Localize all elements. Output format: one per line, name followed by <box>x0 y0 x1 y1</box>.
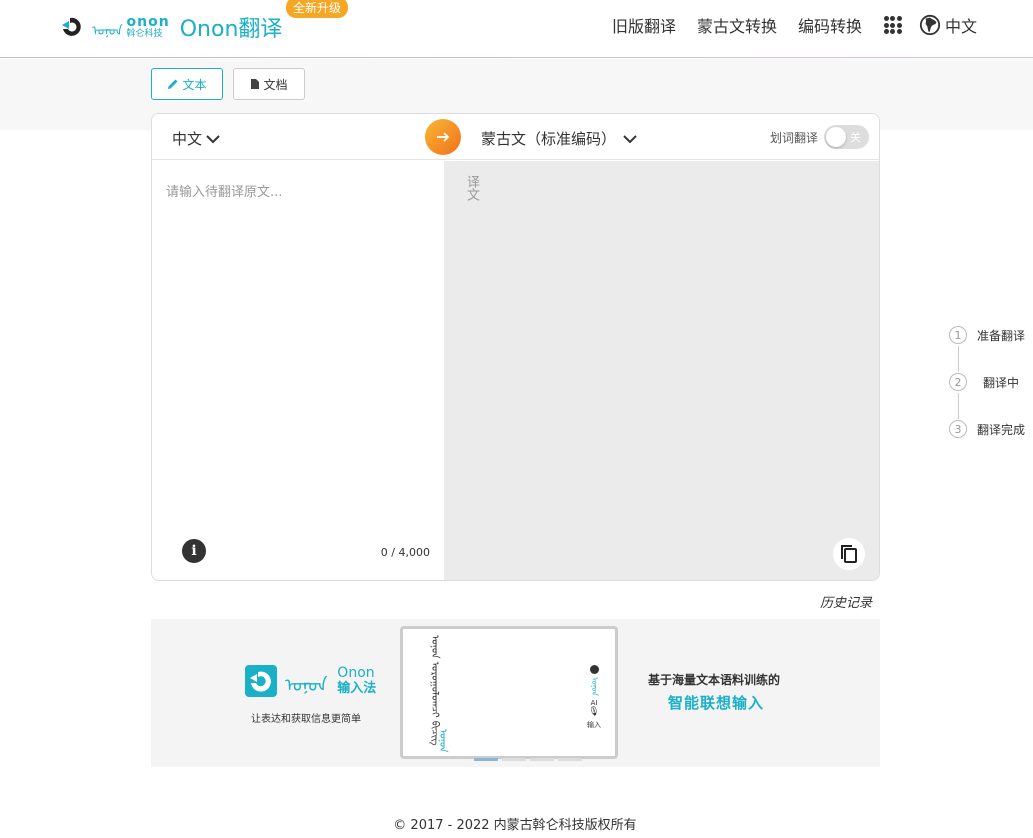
onon-input-logo-icon <box>245 665 277 697</box>
step-label: 翻译中 <box>983 375 1020 390</box>
tab-document-label: 文档 <box>263 77 288 92</box>
toggle-state-text: 关 <box>850 131 861 144</box>
microphone-icon: 🎙 <box>588 706 600 717</box>
banner-feature-text: 基于海量文本语料训练的 智能联想输入 <box>648 671 780 713</box>
banner-brand: Onon 输入法 <box>337 665 377 696</box>
banner-line2: 智能联想输入 <box>668 694 765 712</box>
toggle-knob <box>826 127 846 147</box>
hover-translate-label: 划词翻译 <box>770 131 819 145</box>
nav-old-translate[interactable]: 旧版翻译 <box>612 13 676 37</box>
logo-brand: onon 斡仑科技 <box>127 15 170 39</box>
chevron-down-icon <box>623 134 637 143</box>
swap-language-button[interactable] <box>425 119 461 155</box>
target-language-label: 蒙古文（标准编码） <box>481 130 617 148</box>
phone-mongol-logo: ᠣᠨᠣᠨ <box>437 729 448 753</box>
step-number: 3 <box>949 420 967 438</box>
phone-side-toolbar: ᠣᠨᠣᠨ AI 🎙 输入 <box>587 665 601 733</box>
footer-copyright: © 2017 - 2022 内蒙古斡仑科技版权所有 <box>393 818 637 833</box>
nav-mongolian-convert[interactable]: 蒙古文转换 <box>697 13 777 37</box>
carousel-dot[interactable] <box>530 758 554 761</box>
chevron-down-icon <box>206 134 220 143</box>
step-done: 3 翻译完成 <box>949 420 1025 438</box>
carousel-dot[interactable] <box>474 758 498 761</box>
logo-brand-cn: 斡仑科技 <box>126 29 163 39</box>
source-language-label: 中文 <box>172 130 203 148</box>
banner-line1: 基于海量文本语料训练的 <box>648 673 781 687</box>
arrow-right-icon <box>437 132 450 142</box>
info-icon[interactable]: i <box>182 539 206 563</box>
step-connector <box>958 346 959 372</box>
apps-grid-icon[interactable] <box>883 16 902 34</box>
logo-mongol-text: ᠣᠨᠣᠨ <box>92 23 123 39</box>
main-nav: 旧版翻译 蒙古文转换 编码转换 中文 <box>591 12 977 38</box>
step-connector <box>958 393 959 419</box>
target-language-select[interactable]: 蒙古文（标准编码） <box>481 128 638 149</box>
step-translating: 2 翻译中 <box>949 373 1019 391</box>
onon-logo-icon <box>62 17 81 36</box>
onon-dot-icon <box>589 665 599 674</box>
language-bar: 中文 蒙古文（标准编码） 划词翻译 关 <box>152 114 879 160</box>
language-switcher[interactable]: 中文 <box>919 13 977 37</box>
history-link[interactable]: 历史记录 <box>820 592 872 611</box>
carousel-dot[interactable] <box>558 758 582 761</box>
step-number: 2 <box>949 373 967 391</box>
top-header: ᠣᠨᠣᠨ onon 斡仑科技 Onon翻译 全新升级 旧版翻译 蒙古文转换 编码… <box>0 0 1033 58</box>
phone-ai-label: AI <box>590 698 598 707</box>
banner-phone-mockup: ᠣᠨᠣᠨ ᠤᠷᠤᠭᠤᠯᠤᠭᠴᠢ ᠪᠢᠴᠢᠭ ᠣᠨᠣᠨ ᠣᠨᠣᠨ AI 🎙 输入 <box>400 626 618 759</box>
phone-cn-label: 输入 <box>587 720 601 729</box>
banner-mongol-text: ᠣᠨᠣᠨ <box>285 674 328 696</box>
hover-translate-toggle[interactable]: 关 <box>824 125 869 149</box>
banner-brand-cn: 输入法 <box>337 680 377 696</box>
copy-button[interactable] <box>833 538 865 570</box>
carousel-dots <box>474 758 586 761</box>
char-counter: 0 / 4,000 <box>380 546 430 559</box>
document-icon <box>251 79 260 89</box>
site-logo[interactable]: ᠣᠨᠣᠨ onon 斡仑科技 Onon翻译 <box>60 10 282 44</box>
step-number: 1 <box>949 326 967 344</box>
output-placeholder: 译文 <box>464 175 479 201</box>
globe-icon <box>919 14 941 36</box>
upgrade-badge: 全新升级 <box>286 0 349 18</box>
source-text-input[interactable] <box>166 181 428 501</box>
tab-text[interactable]: 文本 <box>151 68 223 100</box>
translation-panel: 中文 蒙古文（标准编码） 划词翻译 关 i 0 / 4,000 译文 <box>151 113 880 581</box>
source-area: i 0 / 4,000 <box>152 161 444 580</box>
banner-logo: ᠣᠨᠣᠨ Onon 输入法 <box>245 665 376 697</box>
logo-brand-en: onon <box>126 14 170 30</box>
step-label: 准备翻译 <box>977 328 1026 343</box>
site-title: Onon翻译 <box>179 17 283 42</box>
language-label: 中文 <box>944 17 977 36</box>
pencil-icon <box>168 79 178 89</box>
phone-side-mongol: ᠣᠨᠣᠨ <box>590 677 599 696</box>
tab-text-label: 文本 <box>182 77 207 92</box>
source-language-select[interactable]: 中文 <box>172 128 221 149</box>
promo-banner[interactable]: ᠣᠨᠣᠨ Onon 输入法 让表达和获取信息更简单 ᠣᠨᠣᠨ ᠤᠷᠤᠭᠤᠯᠤᠭᠴ… <box>151 619 880 767</box>
banner-brand-en: Onon <box>337 665 375 682</box>
step-label: 翻译完成 <box>977 422 1026 437</box>
target-area: 译文 <box>444 161 879 580</box>
carousel-dot[interactable] <box>502 758 526 761</box>
step-prepare: 1 准备翻译 <box>949 326 1025 344</box>
tab-document[interactable]: 文档 <box>233 68 305 100</box>
copy-icon <box>841 545 857 563</box>
nav-encoding-convert[interactable]: 编码转换 <box>798 13 862 37</box>
banner-slogan: 让表达和获取信息更简单 <box>251 714 361 725</box>
